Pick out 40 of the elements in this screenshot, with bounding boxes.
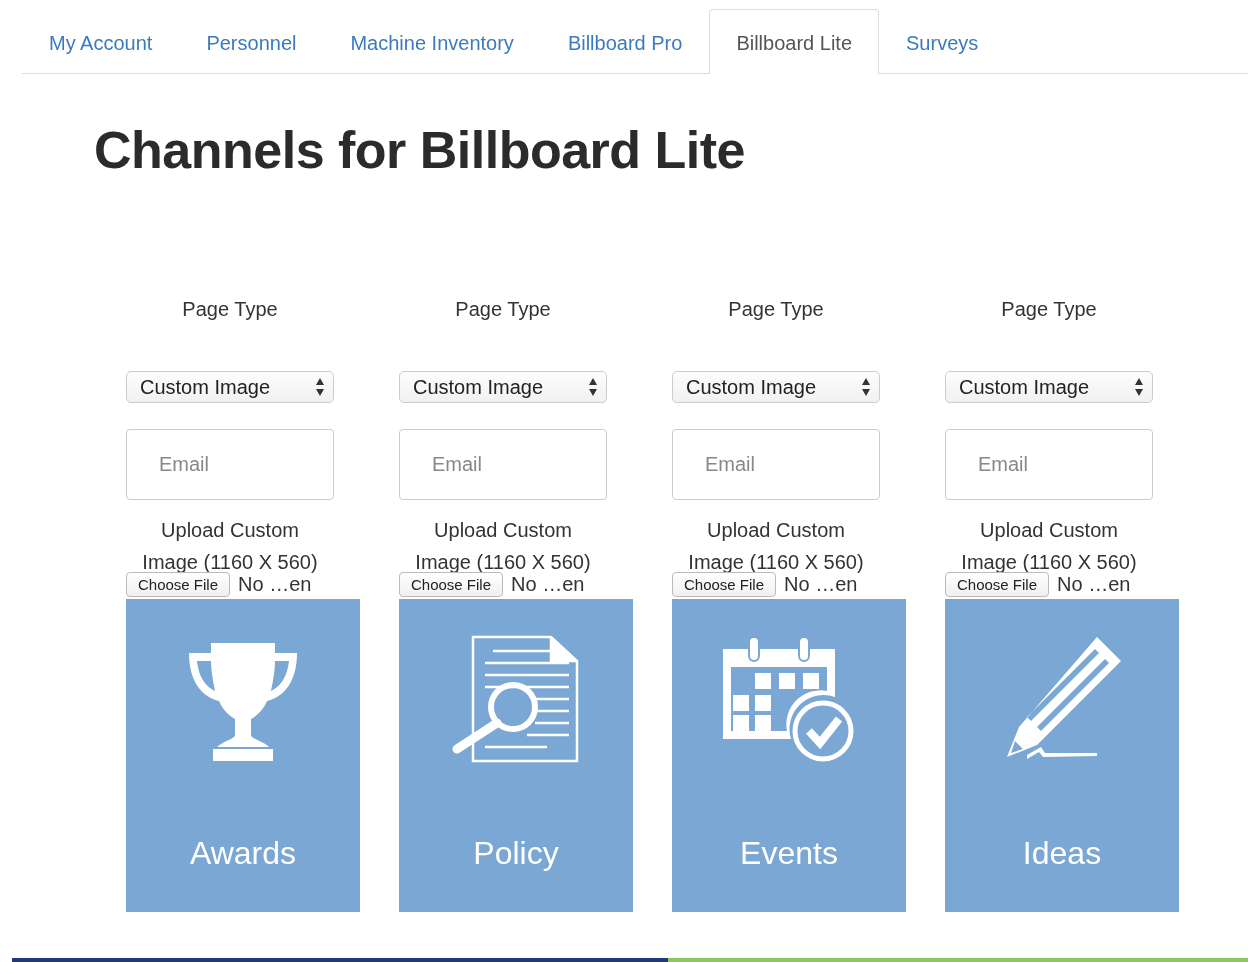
file-status: No …en xyxy=(511,573,585,596)
upload-label: Upload Custom Image (1160 X 560) xyxy=(960,518,1138,575)
tile-label: Awards xyxy=(189,835,297,872)
spinner-arrows-icon xyxy=(1134,376,1144,398)
choose-file-button[interactable]: Choose File xyxy=(126,572,231,597)
tile-label: Policy xyxy=(473,835,559,872)
page-type-select[interactable]: Custom Image xyxy=(399,371,607,403)
tab[interactable]: My Account xyxy=(22,9,180,74)
choose-file-button[interactable]: Choose File xyxy=(672,572,777,597)
tab[interactable]: Surveys xyxy=(879,9,1006,74)
email-field[interactable]: Email xyxy=(399,429,607,500)
upload-label: Upload Custom Image (1160 X 560) xyxy=(414,518,592,575)
tile-label: Events xyxy=(740,835,838,872)
page-type-label: Page Type xyxy=(1001,297,1097,321)
page-type-label: Page Type xyxy=(182,297,278,321)
page-type-select[interactable]: Custom Image xyxy=(945,371,1153,403)
tile-label: Ideas xyxy=(1022,835,1102,872)
choose-file-button[interactable]: Choose File xyxy=(399,572,504,597)
email-field[interactable]: Email xyxy=(672,429,880,500)
page-type-select[interactable]: Custom Image xyxy=(672,371,880,403)
upload-label: Upload Custom Image (1160 X 560) xyxy=(141,518,319,575)
file-status: No …en xyxy=(238,573,312,596)
upload-label: Upload Custom Image (1160 X 560) xyxy=(687,518,865,575)
tab[interactable]: Personnel xyxy=(179,9,324,74)
file-status: No …en xyxy=(1057,573,1131,596)
page-type-label: Page Type xyxy=(455,297,551,321)
spinner-arrows-icon xyxy=(588,376,598,398)
page-type-select[interactable]: Custom Image xyxy=(126,371,334,403)
document-search-icon xyxy=(451,635,581,765)
file-status: No …en xyxy=(784,573,858,596)
page-type-label: Page Type xyxy=(728,297,824,321)
spinner-arrows-icon xyxy=(861,376,871,398)
choose-file-button[interactable]: Choose File xyxy=(945,572,1050,597)
page-title: Channels for Billboard Lite xyxy=(94,120,746,180)
tab[interactable]: Billboard Lite xyxy=(709,9,879,74)
tab[interactable]: Machine Inventory xyxy=(323,9,541,74)
email-field[interactable]: Email xyxy=(945,429,1153,500)
tab[interactable]: Billboard Pro xyxy=(540,9,710,74)
email-field[interactable]: Email xyxy=(126,429,334,500)
spinner-arrows-icon xyxy=(315,376,325,398)
